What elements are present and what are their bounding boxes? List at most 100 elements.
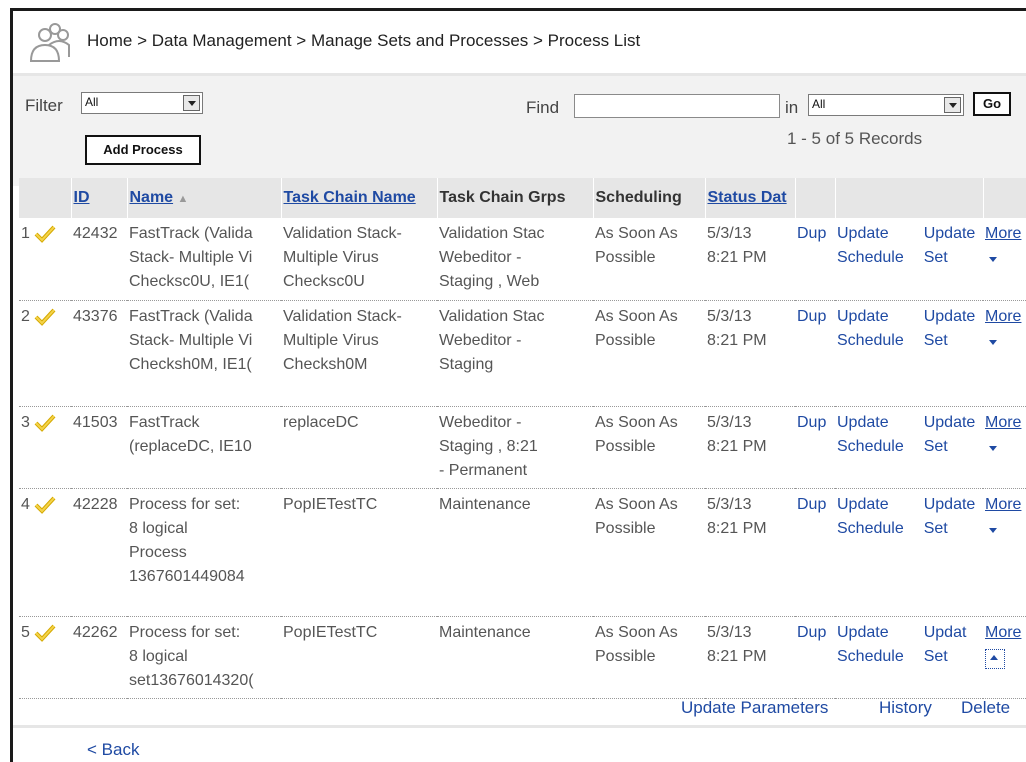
update-schedule-line[interactable]: Update — [837, 411, 904, 435]
sort-status-date-link[interactable]: Status Dat — [708, 189, 787, 206]
date-line: 5/3/13 — [707, 495, 752, 513]
chevron-down-icon[interactable] — [183, 95, 200, 111]
row-select-cell[interactable]: 3 — [19, 406, 71, 489]
update-set-line[interactable]: Set — [924, 246, 976, 270]
col-header-status-date[interactable]: Status Dat — [705, 178, 796, 218]
find-input[interactable] — [574, 94, 780, 118]
tcname-line: Checksc0U — [283, 273, 365, 290]
task-chain-name-cell: Validation Stack- Multiple Virus Checksc0U — [281, 218, 437, 301]
task-chain-grps-cell: Validation Stac Webeditor - Staging — [437, 300, 593, 407]
col-header-name[interactable]: Name ▲ — [127, 178, 282, 218]
name-line: 8 logical — [129, 647, 188, 665]
filter-select[interactable]: All — [81, 92, 203, 114]
tcgrps-line: Validation Stac — [439, 307, 545, 325]
tcname-line: replaceDC — [283, 413, 359, 431]
more-link[interactable]: More — [985, 305, 1024, 329]
update-set-link[interactable]: Update Set — [924, 305, 976, 353]
update-set-line[interactable]: Updat — [924, 621, 967, 645]
more-cell[interactable]: More — [983, 300, 1026, 407]
update-schedule-line[interactable]: Schedule — [837, 329, 904, 353]
row-number: 1 — [21, 225, 30, 242]
update-schedule-link[interactable]: Update Schedule — [837, 305, 904, 353]
update-schedule-link[interactable]: Update Schedule — [837, 411, 904, 459]
update-set-link[interactable]: Update Set — [924, 493, 976, 541]
update-schedule-line[interactable]: Schedule — [837, 246, 904, 270]
date-line: 5/3/13 — [707, 413, 752, 431]
more-cell[interactable]: More — [983, 218, 1026, 301]
back-link[interactable]: < Back — [87, 740, 139, 760]
sort-task-chain-name-link[interactable]: Task Chain Name — [284, 189, 416, 206]
update-schedule-line[interactable]: Update — [837, 305, 904, 329]
name-cell: FastTrack (replaceDC, IE10 — [127, 406, 281, 489]
dup-link[interactable]: Dup — [797, 496, 826, 513]
sort-name-link[interactable]: Name — [130, 189, 174, 206]
name-cell: FastTrack (Valida Stack- Multiple Vi Check… — [127, 300, 281, 407]
update-set-link[interactable]: Updat Set — [924, 621, 967, 669]
update-schedule-line[interactable]: Update — [837, 621, 904, 645]
update-parameters-link[interactable]: Update Parameters — [681, 698, 828, 718]
dup-link[interactable]: Dup — [797, 225, 826, 242]
dup-cell[interactable]: Dup — [795, 616, 835, 699]
update-set-line[interactable]: Set — [924, 329, 976, 353]
update-schedule-link[interactable]: Update Schedule — [837, 621, 904, 669]
history-link[interactable]: History — [879, 698, 932, 718]
col-header-task-chain-grps: Task Chain Grps — [437, 178, 594, 218]
more-link[interactable]: More — [985, 621, 1024, 645]
update-set-line[interactable]: Set — [924, 435, 976, 459]
dup-cell[interactable]: Dup — [795, 406, 835, 489]
delete-link[interactable]: Delete — [961, 698, 1010, 718]
update-set-line[interactable]: Set — [924, 645, 967, 669]
dup-cell[interactable]: Dup — [795, 488, 835, 617]
name-line: Stack- Multiple Vi — [129, 249, 253, 266]
update-set-line[interactable]: Update — [924, 493, 976, 517]
more-cell[interactable]: More — [983, 406, 1026, 489]
more-cell[interactable]: More — [983, 616, 1026, 699]
chevron-down-icon[interactable] — [989, 527, 997, 533]
add-process-button[interactable]: Add Process — [85, 135, 201, 165]
dup-cell[interactable]: Dup — [795, 218, 835, 301]
update-set-line[interactable]: Update — [924, 222, 976, 246]
go-button[interactable]: Go — [973, 92, 1011, 116]
update-set-link[interactable]: Update Set — [924, 411, 976, 459]
update-schedule-line[interactable]: Schedule — [837, 645, 904, 669]
tcgrps-line: Staging , 8:21 — [439, 437, 538, 455]
dup-cell[interactable]: Dup — [795, 300, 835, 407]
update-schedule-line[interactable]: Schedule — [837, 435, 904, 459]
sched-line: As Soon As — [595, 307, 678, 325]
row-select-cell[interactable]: 2 — [19, 300, 71, 407]
update-schedule-line[interactable]: Update — [837, 493, 904, 517]
checkmark-icon — [34, 414, 56, 432]
more-link[interactable]: More — [985, 411, 1024, 435]
more-link[interactable]: More — [985, 493, 1024, 517]
collapse-icon[interactable] — [985, 648, 1005, 669]
checkmark-icon — [34, 225, 56, 243]
row-select-cell[interactable]: 1 — [19, 218, 71, 301]
find-in-select[interactable]: All — [808, 94, 964, 116]
update-set-line[interactable]: Update — [924, 305, 976, 329]
sort-id-link[interactable]: ID — [74, 189, 90, 206]
tcname-line: Validation Stack- — [283, 307, 402, 325]
chevron-down-icon[interactable] — [944, 97, 961, 113]
col-header-task-chain-name[interactable]: Task Chain Name — [281, 178, 438, 218]
update-schedule-line[interactable]: Schedule — [837, 517, 904, 541]
more-link[interactable]: More — [985, 222, 1024, 246]
chevron-down-icon[interactable] — [989, 257, 997, 262]
dup-link[interactable]: Dup — [797, 414, 826, 431]
update-schedule-link[interactable]: Update Schedule — [837, 222, 904, 270]
scheduling-cell: As Soon As Possible — [593, 300, 705, 407]
more-cell[interactable]: More — [983, 488, 1026, 617]
update-schedule-line[interactable]: Update — [837, 222, 904, 246]
dup-link[interactable]: Dup — [797, 308, 826, 325]
row-select-cell[interactable]: 5 — [19, 616, 71, 699]
update-set-link[interactable]: Update Set — [924, 222, 976, 270]
col-header-id[interactable]: ID — [71, 178, 128, 218]
update-set-line[interactable]: Set — [924, 517, 976, 541]
process-id: 42228 — [73, 495, 118, 513]
update-schedule-link[interactable]: Update Schedule — [837, 493, 904, 541]
update-set-line[interactable]: Update — [924, 411, 976, 435]
chevron-down-icon[interactable] — [989, 445, 997, 451]
date-line: 5/3/13 — [707, 623, 752, 641]
dup-link[interactable]: Dup — [797, 624, 826, 641]
row-select-cell[interactable]: 4 — [19, 488, 71, 617]
chevron-down-icon[interactable] — [989, 339, 997, 345]
